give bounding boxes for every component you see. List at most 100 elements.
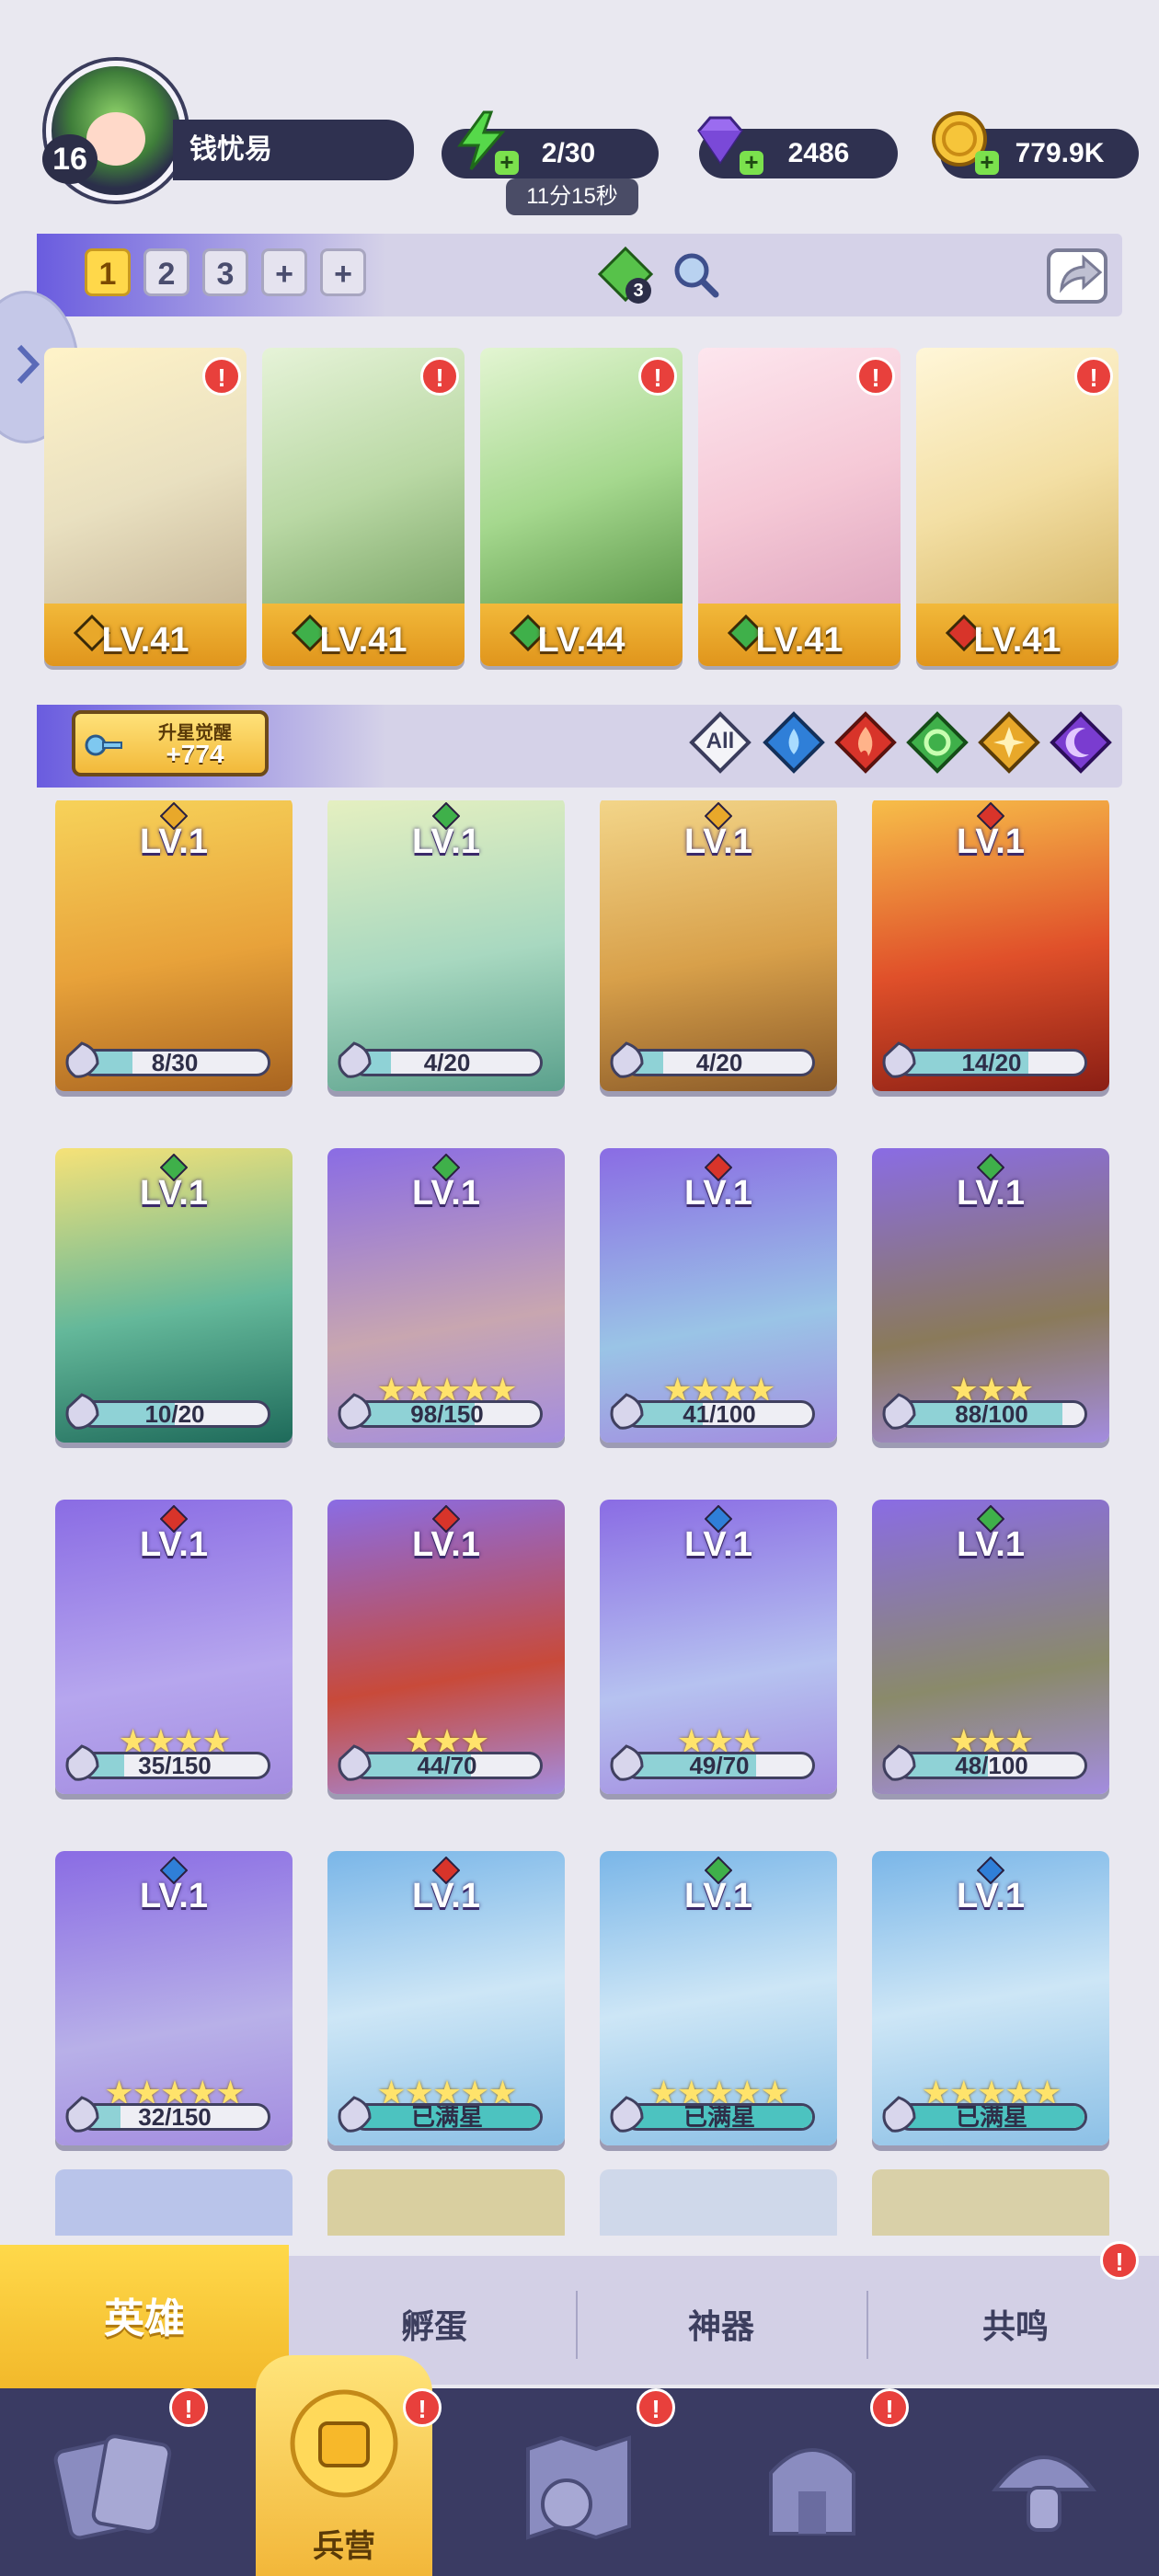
hero-roster-card[interactable]: LV.1 4/20 <box>600 800 837 1091</box>
shard-icon <box>610 1744 644 1781</box>
barracks-icon <box>290 2389 398 2498</box>
shard-icon <box>65 1744 99 1781</box>
awaken-button[interactable]: 升星觉醒 +774 <box>72 710 269 776</box>
team-hero-card[interactable]: LV.41 <box>916 348 1119 666</box>
shard-progress-bar: 8/30 <box>79 1049 270 1076</box>
shard-progress-bar: 41/100 <box>624 1400 815 1428</box>
hero-level: LV.41 <box>755 621 843 660</box>
shard-progress-bar: 98/150 <box>351 1400 543 1428</box>
share-icon[interactable] <box>1043 241 1113 307</box>
shard-progress-bar: 32/150 <box>79 2103 270 2131</box>
hero-roster-card[interactable]: LV.1 ★★★★★ 已满星 <box>872 1851 1109 2145</box>
team-slot-1[interactable]: 1 <box>85 248 131 296</box>
shard-icon <box>65 2096 99 2133</box>
tab-divider <box>576 2291 578 2359</box>
shard-progress-bar: 已满星 <box>896 2103 1087 2131</box>
shard-progress-text: 4/20 <box>695 1049 743 1076</box>
shard-icon <box>65 1393 99 1430</box>
light-element-icon[interactable] <box>977 710 1041 775</box>
shard-progress-text: 已满星 <box>955 2103 1027 2131</box>
hero-roster-card[interactable]: LV.1 ★★★★★ 已满星 <box>600 1851 837 2145</box>
shard-progress-text: 10/20 <box>144 1400 205 1428</box>
tab-resonance[interactable]: 共鸣 <box>982 2300 1049 2348</box>
shard-progress-bar: 4/20 <box>624 1049 815 1076</box>
coins-plus-icon[interactable]: + <box>975 150 999 175</box>
shard-progress-text: 已满星 <box>683 2103 755 2131</box>
player-level-badge: 16 <box>42 134 98 184</box>
shard-progress-text: 88/100 <box>955 1400 1028 1428</box>
gems-plus-icon[interactable]: + <box>740 150 763 175</box>
nav-barracks-label: 兵营 <box>313 2529 375 2564</box>
hero-level: LV.1 <box>140 1877 208 1915</box>
shard-progress-text: 已满星 <box>410 2103 483 2131</box>
mushroom-icon[interactable] <box>975 2418 1113 2556</box>
team-slot-add-2[interactable]: + <box>320 248 366 296</box>
awaken-value: +774 <box>166 740 224 768</box>
tab-hatch[interactable]: 孵蛋 <box>401 2300 467 2348</box>
team-slot-add-1[interactable]: + <box>261 248 307 296</box>
tab-artifacts[interactable]: 神器 <box>688 2300 754 2348</box>
energy-plus-icon[interactable]: + <box>495 150 519 175</box>
shard-progress-bar: 48/100 <box>896 1752 1087 1779</box>
tab-divider <box>866 2291 868 2359</box>
shard-progress-bar: 44/70 <box>351 1752 543 1779</box>
shard-icon <box>338 1393 372 1430</box>
key-icon <box>85 734 122 756</box>
shard-icon <box>882 2096 916 2133</box>
shard-icon <box>610 1041 644 1078</box>
hero-roster-card[interactable]: LV.1 8/30 <box>55 800 293 1091</box>
hero-roster-card[interactable]: LV.1 ★★★★★ 已满星 <box>327 1851 565 2145</box>
tab-heroes[interactable]: 英雄 <box>0 2245 289 2392</box>
shard-progress-text: 8/30 <box>151 1049 199 1076</box>
hero-roster-card[interactable]: LV.1 ★★★★★ 98/150 <box>327 1148 565 1443</box>
hero-roster-card[interactable]: LV.1 ★★★ 88/100 <box>872 1148 1109 1443</box>
hero-level: LV.1 <box>412 1174 480 1213</box>
shard-progress-bar: 88/100 <box>896 1400 1087 1428</box>
cards-icon[interactable] <box>46 2418 184 2556</box>
hero-roster-card[interactable]: LV.1 ★★★ 44/70 <box>327 1500 565 1794</box>
wind-element-icon[interactable] <box>905 710 970 775</box>
nav-barracks[interactable]: 兵营 <box>256 2355 432 2576</box>
nav-map-alert-icon: ! <box>637 2388 675 2427</box>
shard-progress-bar: 10/20 <box>79 1400 270 1428</box>
hero-roster-card[interactable]: LV.1 ★★★★ 41/100 <box>600 1148 837 1443</box>
team-hero-card[interactable]: LV.41 <box>262 348 465 666</box>
hero-roster-card[interactable]: LV.1 10/20 <box>55 1148 293 1443</box>
hero-alert-icon: ! <box>856 357 895 396</box>
hero-level: LV.41 <box>319 621 407 660</box>
hero-roster-card[interactable]: LV.1 ★★★★★ 32/150 <box>55 1851 293 2145</box>
shard-progress-text: 41/100 <box>683 1400 756 1428</box>
shard-icon <box>338 1744 372 1781</box>
shard-icon <box>610 1393 644 1430</box>
shard-icon <box>882 1041 916 1078</box>
team-hero-card[interactable]: LV.41 <box>44 348 247 666</box>
magnifier-icon[interactable] <box>670 248 721 300</box>
water-element-icon[interactable] <box>762 710 826 775</box>
hero-alert-icon: ! <box>1074 357 1113 396</box>
hero-level: LV.1 <box>412 1525 480 1564</box>
map-icon[interactable] <box>510 2418 648 2556</box>
shard-progress-bar: 已满星 <box>624 2103 815 2131</box>
coins-value: 779.9K <box>1015 138 1105 168</box>
hero-level: LV.1 <box>684 1525 752 1564</box>
tab-heroes-label: 英雄 <box>104 2296 185 2341</box>
hero-roster-card[interactable]: LV.1 ★★★ 49/70 <box>600 1500 837 1794</box>
hero-roster-card[interactable]: LV.1 ★★★ 48/100 <box>872 1500 1109 1794</box>
hero-level: LV.1 <box>412 1877 480 1915</box>
hero-level: LV.1 <box>957 1174 1025 1213</box>
hero-roster-card[interactable]: LV.1 14/20 <box>872 800 1109 1091</box>
temple-icon[interactable] <box>743 2418 881 2556</box>
all-filter-icon[interactable]: All <box>688 710 752 775</box>
team-slot-3[interactable]: 3 <box>202 248 248 296</box>
team-slot-2[interactable]: 2 <box>143 248 189 296</box>
hero-level: LV.1 <box>957 822 1025 861</box>
team-hero-card[interactable]: LV.41 <box>698 348 901 666</box>
fire-element-icon[interactable] <box>833 710 898 775</box>
player-name[interactable]: 钱忧易 <box>173 120 414 180</box>
hero-roster-card[interactable]: LV.1 ★★★★ 35/150 <box>55 1500 293 1794</box>
dark-element-icon[interactable] <box>1049 710 1113 775</box>
hero-roster-grid: LV.1 8/30 LV.1 4/20 LV.1 4/20 LV.1 14/20 LV.1 10/… <box>55 800 1113 2236</box>
hero-roster-card[interactable]: LV.1 4/20 <box>327 800 565 1091</box>
team-hero-card[interactable]: LV.44 <box>480 348 683 666</box>
all-filter-label: All <box>706 729 735 753</box>
